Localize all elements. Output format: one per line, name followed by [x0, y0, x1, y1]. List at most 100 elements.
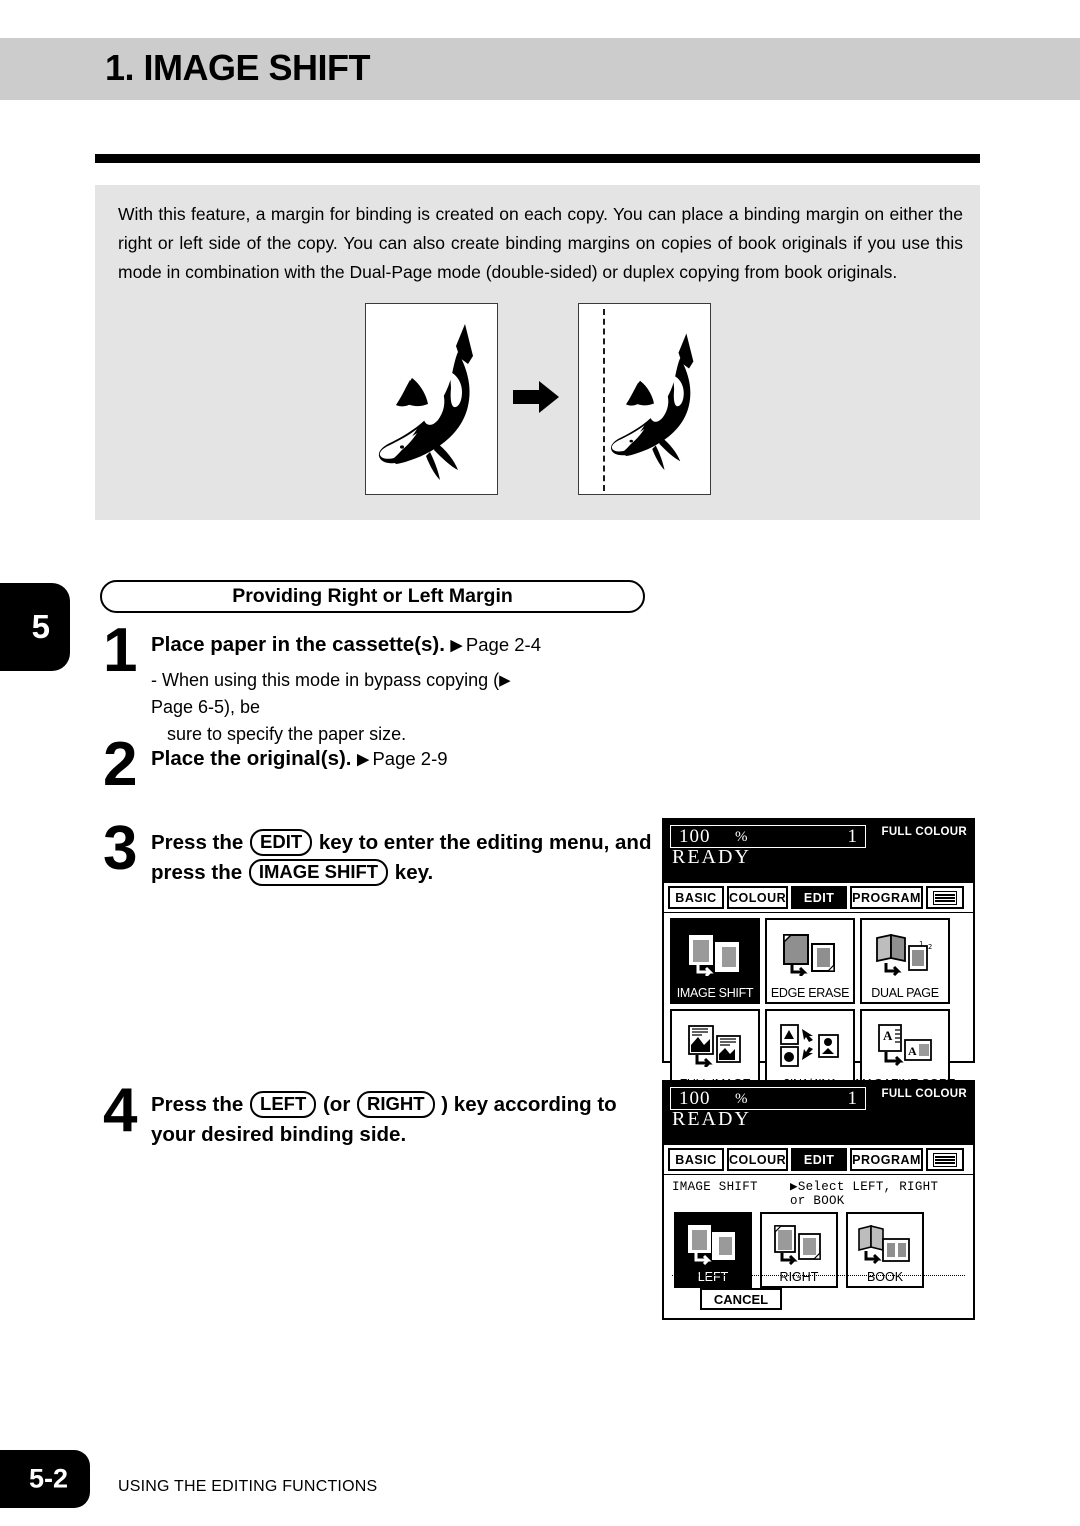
intro-text: With this feature, a margin for binding …: [118, 204, 963, 282]
dual-page-icon: 1 2: [862, 926, 948, 984]
tab-keypad[interactable]: [925, 886, 964, 909]
step-1-heading: Place paper in the cassette(s). ▶ Page 2…: [151, 630, 541, 661]
tab-program[interactable]: PROGRAM: [850, 1148, 923, 1171]
svg-text:A: A: [908, 1044, 917, 1058]
image-shift-key-label: IMAGE SHIFT: [248, 859, 389, 886]
cancel-button[interactable]: CANCEL: [700, 1288, 782, 1310]
function-label: IMAGE SHIFT: [676, 986, 754, 1000]
option-label: BOOK: [866, 1270, 904, 1284]
lcd1-copy-count: 1: [847, 826, 858, 847]
step-1-note-a: - When using this mode in bypass copying…: [151, 670, 500, 690]
percent-icon: %: [735, 829, 748, 845]
manual-page: 1. IMAGE SHIFT With this feature, a marg…: [0, 0, 1080, 1526]
tab-colour[interactable]: COLOUR: [727, 1148, 789, 1171]
lcd1-zoom-field: 100 % 1: [670, 825, 866, 848]
section-heading-label: Providing Right or Left Margin: [232, 585, 513, 607]
left-key-label: LEFT: [250, 1091, 317, 1118]
chapter-number: 5: [31, 608, 50, 645]
step-1-note-b: Page 6-5), be: [151, 697, 261, 717]
tab-colour[interactable]: COLOUR: [727, 886, 789, 909]
function-button-edge-erase[interactable]: EDGE ERASE: [765, 918, 855, 1004]
function-label: EDGE ERASE: [770, 986, 850, 1000]
function-button-image-shift[interactable]: IMAGE SHIFT: [670, 918, 760, 1004]
step-3-text-a: Press the: [151, 831, 244, 854]
section-heading: Providing Right or Left Margin: [100, 580, 645, 613]
step-4-text-mid: (or: [322, 1093, 351, 1116]
step-2-pageref: Page 2-9: [372, 748, 448, 769]
lcd2-tab-bar: BASIC COLOUR EDIT PROGRAM: [664, 1144, 973, 1174]
step-4-text-a: Press the: [151, 1093, 244, 1116]
step-1-pageref: Page 2-4: [465, 634, 542, 655]
lcd1-zoom-value: 100: [679, 826, 711, 847]
chapter-tab: 5: [0, 583, 70, 671]
footer-page-number: 5-2: [28, 1463, 68, 1494]
step-2-heading-text: Place the original(s).: [151, 747, 352, 770]
pageref-arrow-icon: ▶: [357, 751, 368, 768]
control-panel-screenshot-edit-menu: 100 % 1 FULL COLOUR READY BASIC COLOUR E…: [662, 818, 975, 1180]
svg-text:1: 1: [919, 940, 923, 948]
keypad-icon: [932, 890, 957, 905]
step-2-heading: Place the original(s). ▶ Page 2-9: [151, 744, 448, 775]
lcd2-message-line1: Select LEFT, RIGHT: [797, 1180, 939, 1194]
lcd2-colour-mode: FULL COLOUR: [881, 1088, 967, 1100]
tab-basic[interactable]: BASIC: [668, 886, 724, 909]
edge-erase-icon: [767, 926, 853, 984]
orca-illustration: [378, 324, 473, 480]
percent-icon: %: [735, 1091, 748, 1107]
step-1-number: 1: [103, 616, 138, 685]
step-4-text-b: ) key according to: [441, 1093, 617, 1116]
lcd2-copy-count: 1: [847, 1088, 858, 1109]
illustration: [95, 303, 980, 513]
lcd2-zoom-field: 100 % 1: [670, 1087, 866, 1110]
pageref-arrow-icon: ▶: [450, 637, 462, 654]
option-button-right[interactable]: RIGHT: [760, 1212, 838, 1288]
option-button-book[interactable]: BOOK: [846, 1212, 924, 1288]
control-panel-screenshot-image-shift: 100 % 1 FULL COLOUR READY BASIC COLOUR E…: [662, 1080, 975, 1320]
right-arrow-icon: [513, 381, 559, 413]
step-3-number: 3: [103, 814, 138, 883]
tab-keypad[interactable]: [925, 1148, 964, 1171]
step-1-note-c: sure to specify the paper size.: [167, 724, 407, 744]
footer-page-tab: 5-2: [0, 1450, 90, 1508]
lcd2-zoom-value: 100: [679, 1088, 711, 1109]
tab-edit[interactable]: EDIT: [791, 1148, 848, 1171]
full-image-icon: [672, 1017, 758, 1075]
step-3-line-1: Press the EDIT key to enter the editing …: [151, 828, 651, 858]
intro-box: With this feature, a margin for binding …: [95, 185, 980, 520]
step-3-text-d: key.: [394, 861, 434, 884]
right-key-label: RIGHT: [357, 1091, 435, 1118]
lcd2-message-line2: or BOOK: [790, 1194, 845, 1208]
function-button-dual-page[interactable]: 1 2 DUAL PAGE: [860, 918, 950, 1004]
shift-book-icon: [848, 1219, 922, 1271]
step-3-text-b: key to enter the editing menu, and: [318, 831, 652, 854]
footer-section-label: USING THE EDITING FUNCTIONS: [118, 1478, 378, 1495]
image-shift-icon: [672, 926, 758, 984]
lcd2-status-text: READY: [672, 1108, 751, 1130]
lcd1-status-text: READY: [672, 846, 751, 868]
option-label: RIGHT: [779, 1270, 819, 1284]
orca-illustration-shifted: [611, 333, 694, 470]
keypad-icon: [932, 1152, 957, 1167]
edit-key-label: EDIT: [250, 829, 313, 856]
lcd2-message-title: IMAGE SHIFT: [672, 1180, 758, 1194]
step-4-number: 4: [103, 1076, 138, 1145]
step-1-heading-text: Place paper in the cassette(s).: [151, 633, 445, 656]
lcd2-divider: [672, 1275, 965, 1276]
step-3-line-2: press the IMAGE SHIFT key.: [151, 858, 651, 888]
tab-edit[interactable]: EDIT: [791, 886, 848, 909]
step-3-text-c: press the: [151, 861, 243, 884]
tab-program[interactable]: PROGRAM: [850, 886, 923, 909]
magazine-sort-icon: A A: [862, 1017, 948, 1075]
section-rule: [95, 154, 980, 163]
step-1-note: - When using this mode in bypass copying…: [151, 667, 541, 748]
2in1-4in1-icon: [767, 1017, 853, 1075]
step-4-line-1: Press the LEFT (or RIGHT ) key according…: [151, 1090, 617, 1120]
option-button-left[interactable]: LEFT: [674, 1212, 752, 1288]
option-label: LEFT: [697, 1270, 729, 1284]
lcd1-colour-mode: FULL COLOUR: [881, 826, 967, 838]
lcd2-message: IMAGE SHIFT ▶Select LEFT, RIGHT or BOOK: [664, 1174, 973, 1208]
lcd2-message-cursor-icon: ▶: [790, 1180, 798, 1194]
result-sheet: [578, 303, 711, 495]
tab-basic[interactable]: BASIC: [668, 1148, 724, 1171]
svg-text:A: A: [883, 1028, 893, 1043]
